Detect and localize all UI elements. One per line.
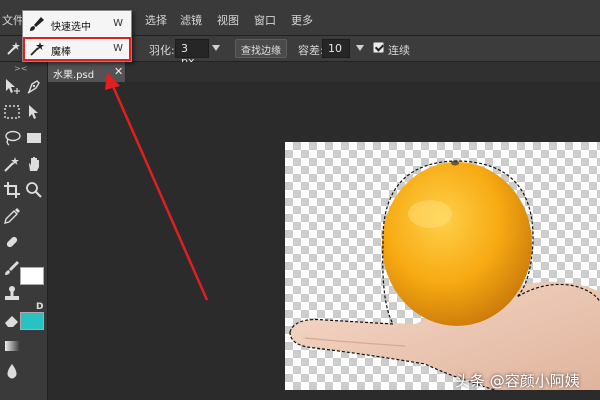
annotation-arrow	[105, 72, 209, 301]
watermark-text: 头条 @容颜小阿姨	[455, 372, 580, 390]
